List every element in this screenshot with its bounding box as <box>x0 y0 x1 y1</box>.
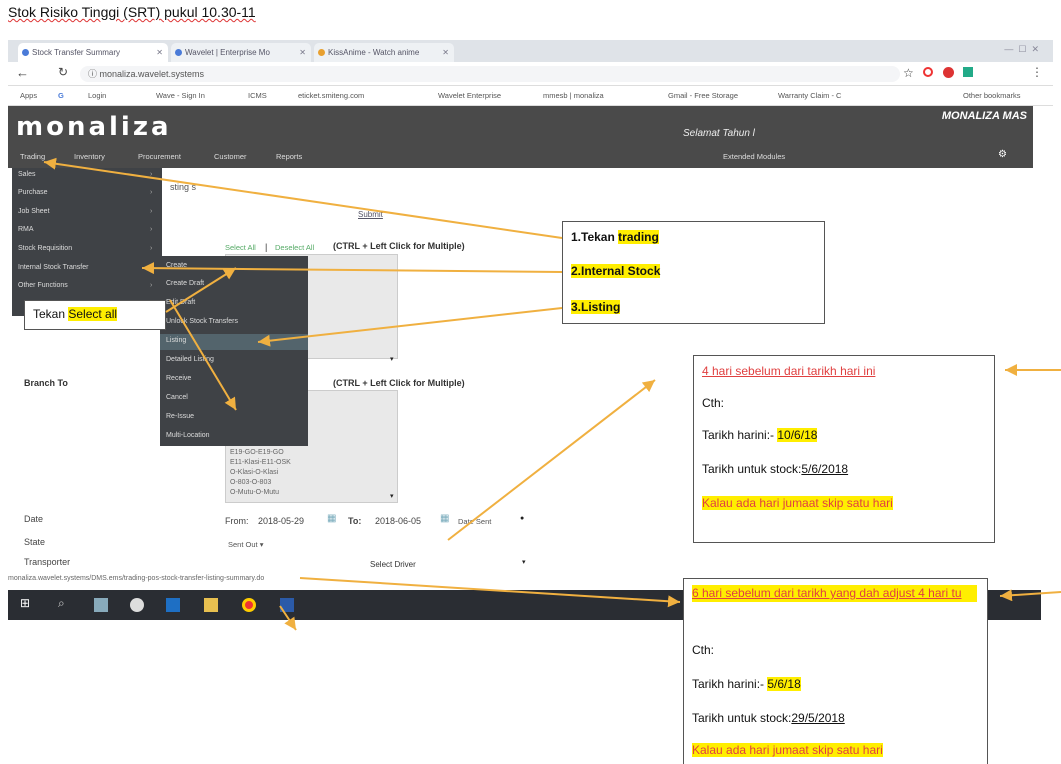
arrow-date-from <box>447 379 656 541</box>
arrow-internal-stock <box>141 262 563 275</box>
arrow-date-to <box>299 577 681 608</box>
arrow-transporter <box>279 605 297 631</box>
arrow-right-2 <box>999 589 1061 602</box>
arrow-trading <box>43 157 563 239</box>
arrow-listing <box>257 307 563 347</box>
arrow-select-all-2 <box>169 299 237 411</box>
annotation-arrows <box>43 157 1061 631</box>
arrow-select-all <box>165 267 237 313</box>
